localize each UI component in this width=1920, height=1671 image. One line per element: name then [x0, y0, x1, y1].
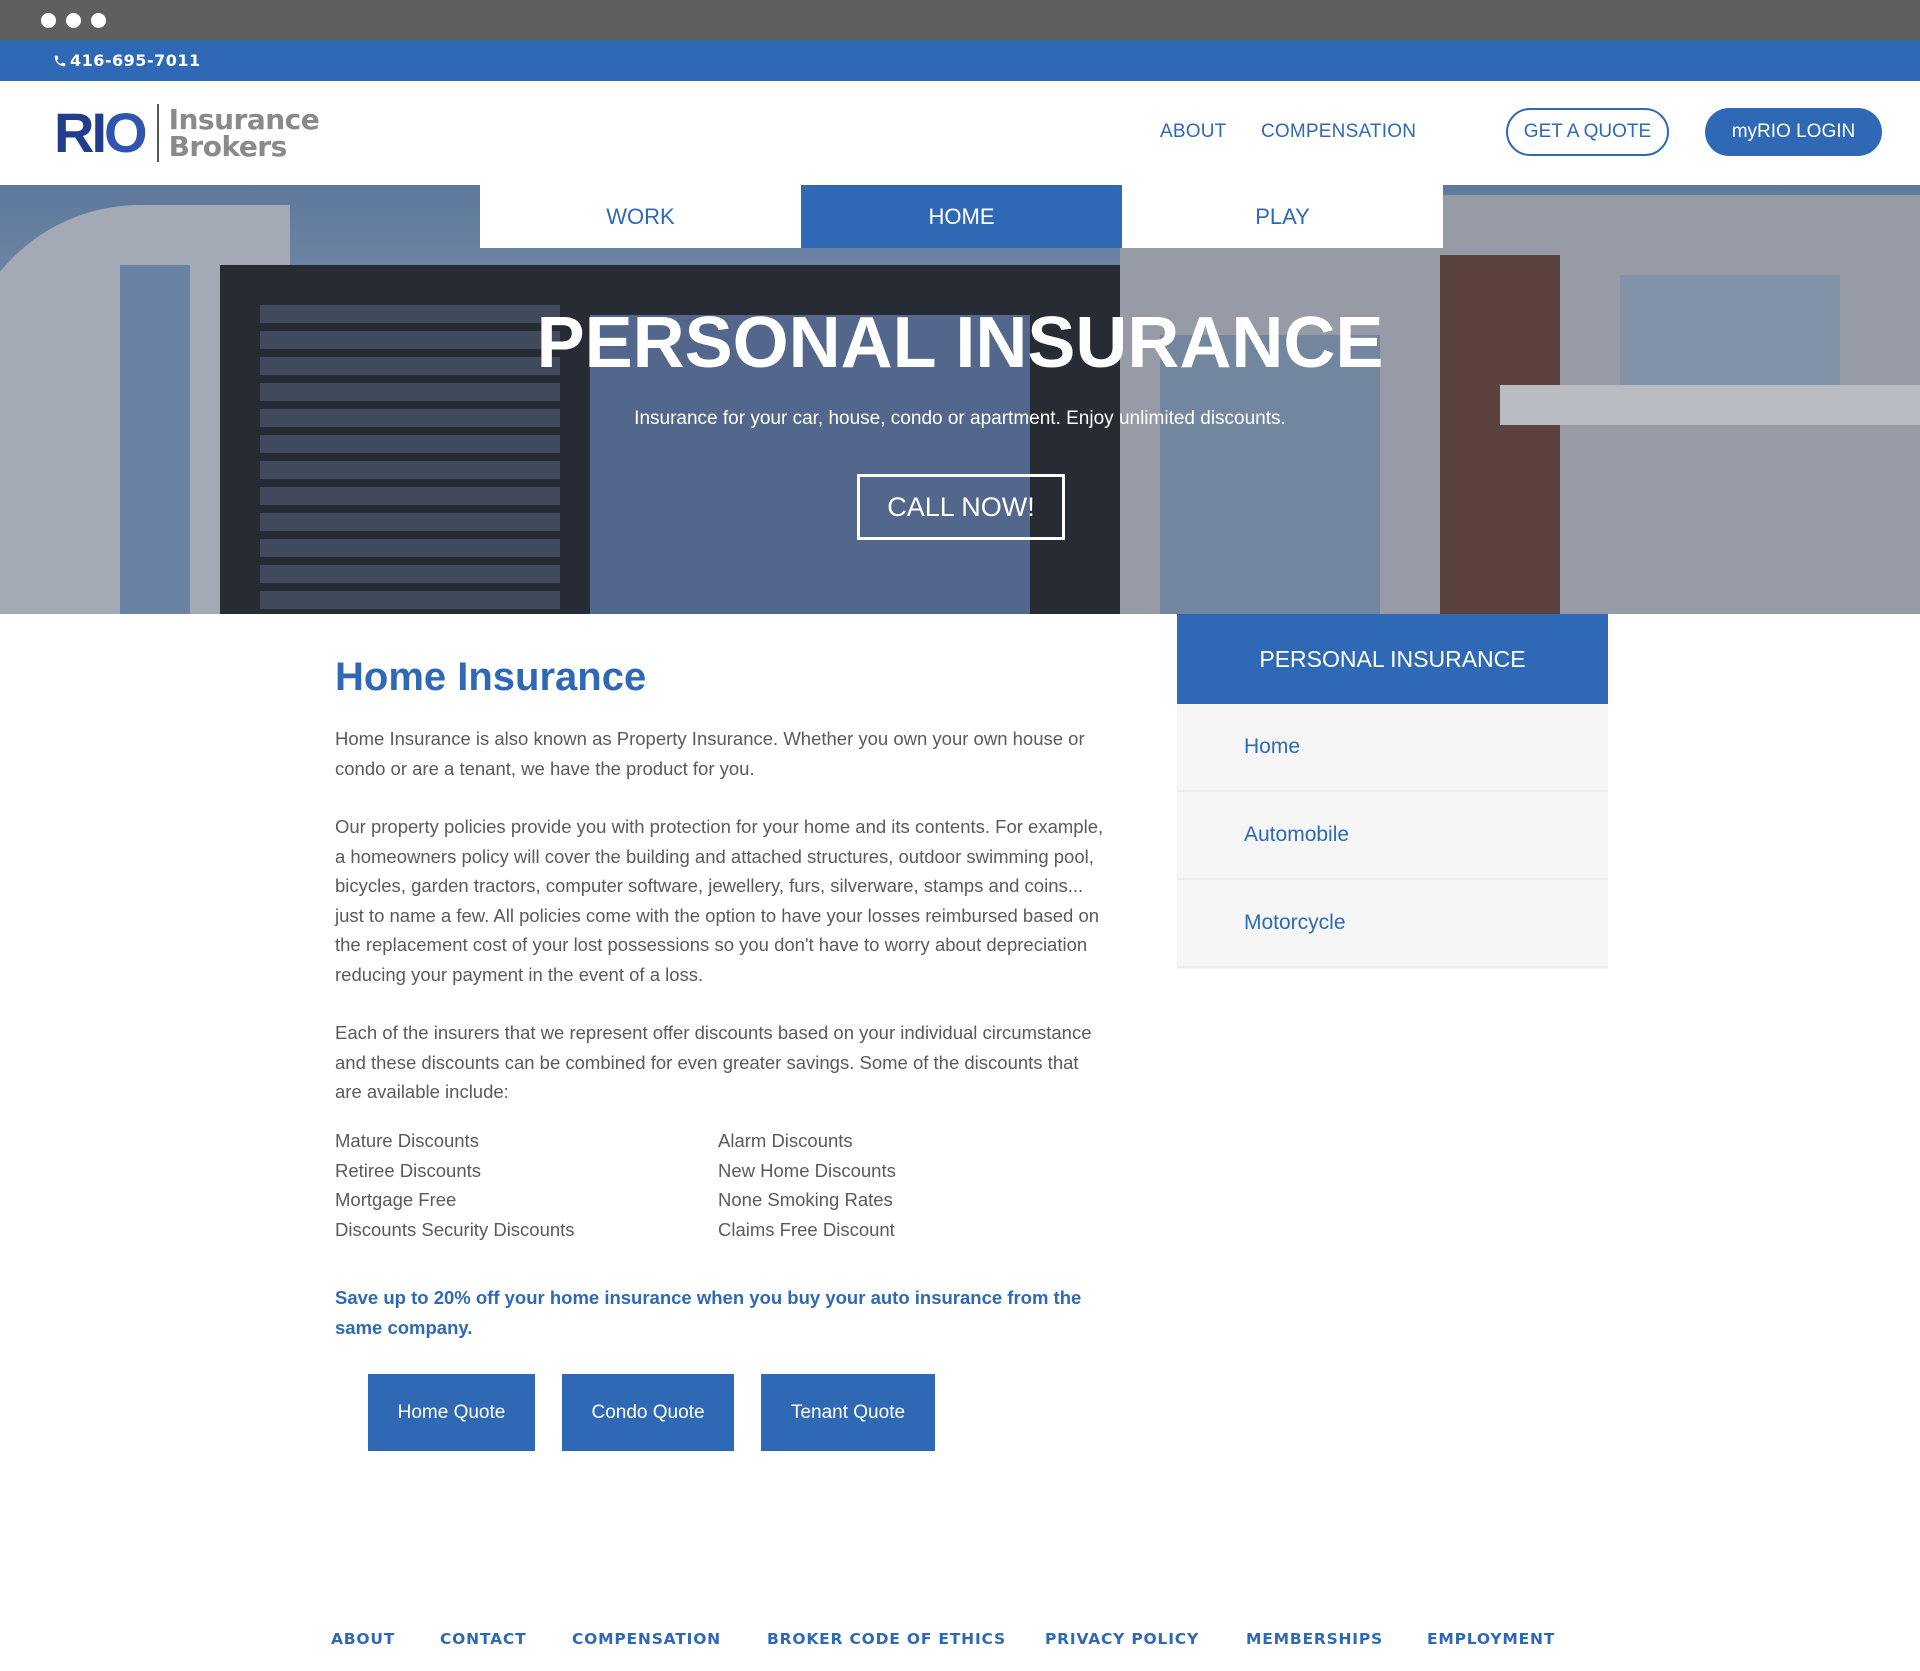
tab-home[interactable]: HOME — [801, 185, 1122, 248]
logo-wordmark: Insurance Brokers — [168, 103, 320, 163]
sidebar-menu: Home Automobile Motorcycle — [1177, 704, 1608, 969]
phone-icon — [54, 55, 66, 66]
tab-play[interactable]: PLAY — [1122, 185, 1443, 248]
sidebar-heading: PERSONAL INSURANCE — [1177, 614, 1608, 704]
footer-link-about[interactable]: ABOUT — [331, 1630, 395, 1648]
discounts-paragraph: Each of the insurers that we represent o… — [335, 1022, 1092, 1102]
list-item: Alarm Discounts — [718, 1130, 853, 1151]
sidebar-item-home[interactable]: Home — [1177, 704, 1608, 792]
intro-paragraph: Home Insurance is also known as Property… — [335, 728, 1085, 779]
list-item: None Smoking Rates — [718, 1189, 893, 1210]
condo-quote-button[interactable]: Condo Quote — [562, 1374, 734, 1451]
list-item: Mortgage Free — [335, 1189, 457, 1210]
list-item: Discounts Security Discounts — [335, 1218, 575, 1240]
hero-overlay — [0, 185, 1920, 614]
footer-link-memberships[interactable]: MEMBERSHIPS — [1246, 1630, 1383, 1648]
phone-link[interactable]: 416-695-7011 — [53, 51, 201, 70]
phone-number: 416-695-7011 — [70, 51, 201, 70]
home-quote-button[interactable]: Home Quote — [368, 1374, 535, 1451]
logo-divider — [156, 104, 159, 162]
site-header: RIO Insurance Brokers ABOUT COMPENSATION… — [0, 81, 1920, 185]
logo-mark: RIO — [54, 101, 148, 164]
savings-note: Save up to 20% off your home insurance w… — [335, 1287, 1082, 1338]
get-a-quote-button[interactable]: GET A QUOTE — [1506, 108, 1669, 156]
myrio-login-button[interactable]: myRIO LOGIN — [1705, 108, 1882, 156]
discount-list-right: Alarm Discounts New Home Discounts None … — [718, 1126, 896, 1244]
coverage-paragraph: Our property policies provide you with p… — [335, 816, 1104, 985]
hero-title: PERSONAL INSURANCE — [536, 303, 1384, 383]
window-maximize-dot[interactable] — [91, 13, 106, 28]
hero-subtitle: Insurance for your car, house, condo or … — [634, 408, 1286, 429]
footer-link-privacy-policy[interactable]: PRIVACY POLICY — [1045, 1630, 1199, 1648]
sidebar-item-automobile[interactable]: Automobile — [1177, 792, 1608, 880]
category-tabs: WORK HOME PLAY — [480, 185, 1443, 248]
top-contact-bar: 416-695-7011 — [0, 40, 1920, 81]
tab-work[interactable]: WORK — [480, 185, 801, 248]
footer-link-broker-code-of-ethics[interactable]: BROKER CODE OF ETHICS — [767, 1630, 1006, 1648]
tenant-quote-button[interactable]: Tenant Quote — [761, 1374, 935, 1451]
footer-link-contact[interactable]: CONTACT — [440, 1630, 526, 1648]
list-item: Mature Discounts — [335, 1130, 479, 1151]
logo-line-1: Insurance — [168, 103, 320, 136]
hero-banner — [0, 185, 1920, 614]
footer-link-compensation[interactable]: COMPENSATION — [572, 1630, 721, 1648]
list-item: Claims Free Discount — [718, 1218, 895, 1240]
list-item: New Home Discounts — [718, 1159, 896, 1181]
logo-line-2: Brokers — [168, 130, 288, 163]
sidebar-item-motorcycle[interactable]: Motorcycle — [1177, 880, 1608, 968]
list-item: Retiree Discounts — [335, 1159, 482, 1181]
window-titlebar — [0, 0, 1920, 40]
discount-list-left: Mature Discounts Retiree Discounts Mortg… — [335, 1126, 575, 1244]
call-now-button[interactable]: CALL NOW! — [857, 474, 1065, 540]
footer-nav: ABOUT CONTACT COMPENSATION BROKER CODE O… — [0, 1630, 1920, 1660]
page-title: Home Insurance — [335, 655, 647, 699]
footer-link-employment[interactable]: EMPLOYMENT — [1427, 1630, 1555, 1648]
nav-compensation[interactable]: COMPENSATION — [1261, 121, 1416, 143]
rio-logo[interactable]: RIO Insurance Brokers — [54, 101, 320, 164]
nav-about[interactable]: ABOUT — [1160, 121, 1226, 143]
window-minimize-dot[interactable] — [66, 13, 81, 28]
window-close-dot[interactable] — [41, 13, 56, 28]
